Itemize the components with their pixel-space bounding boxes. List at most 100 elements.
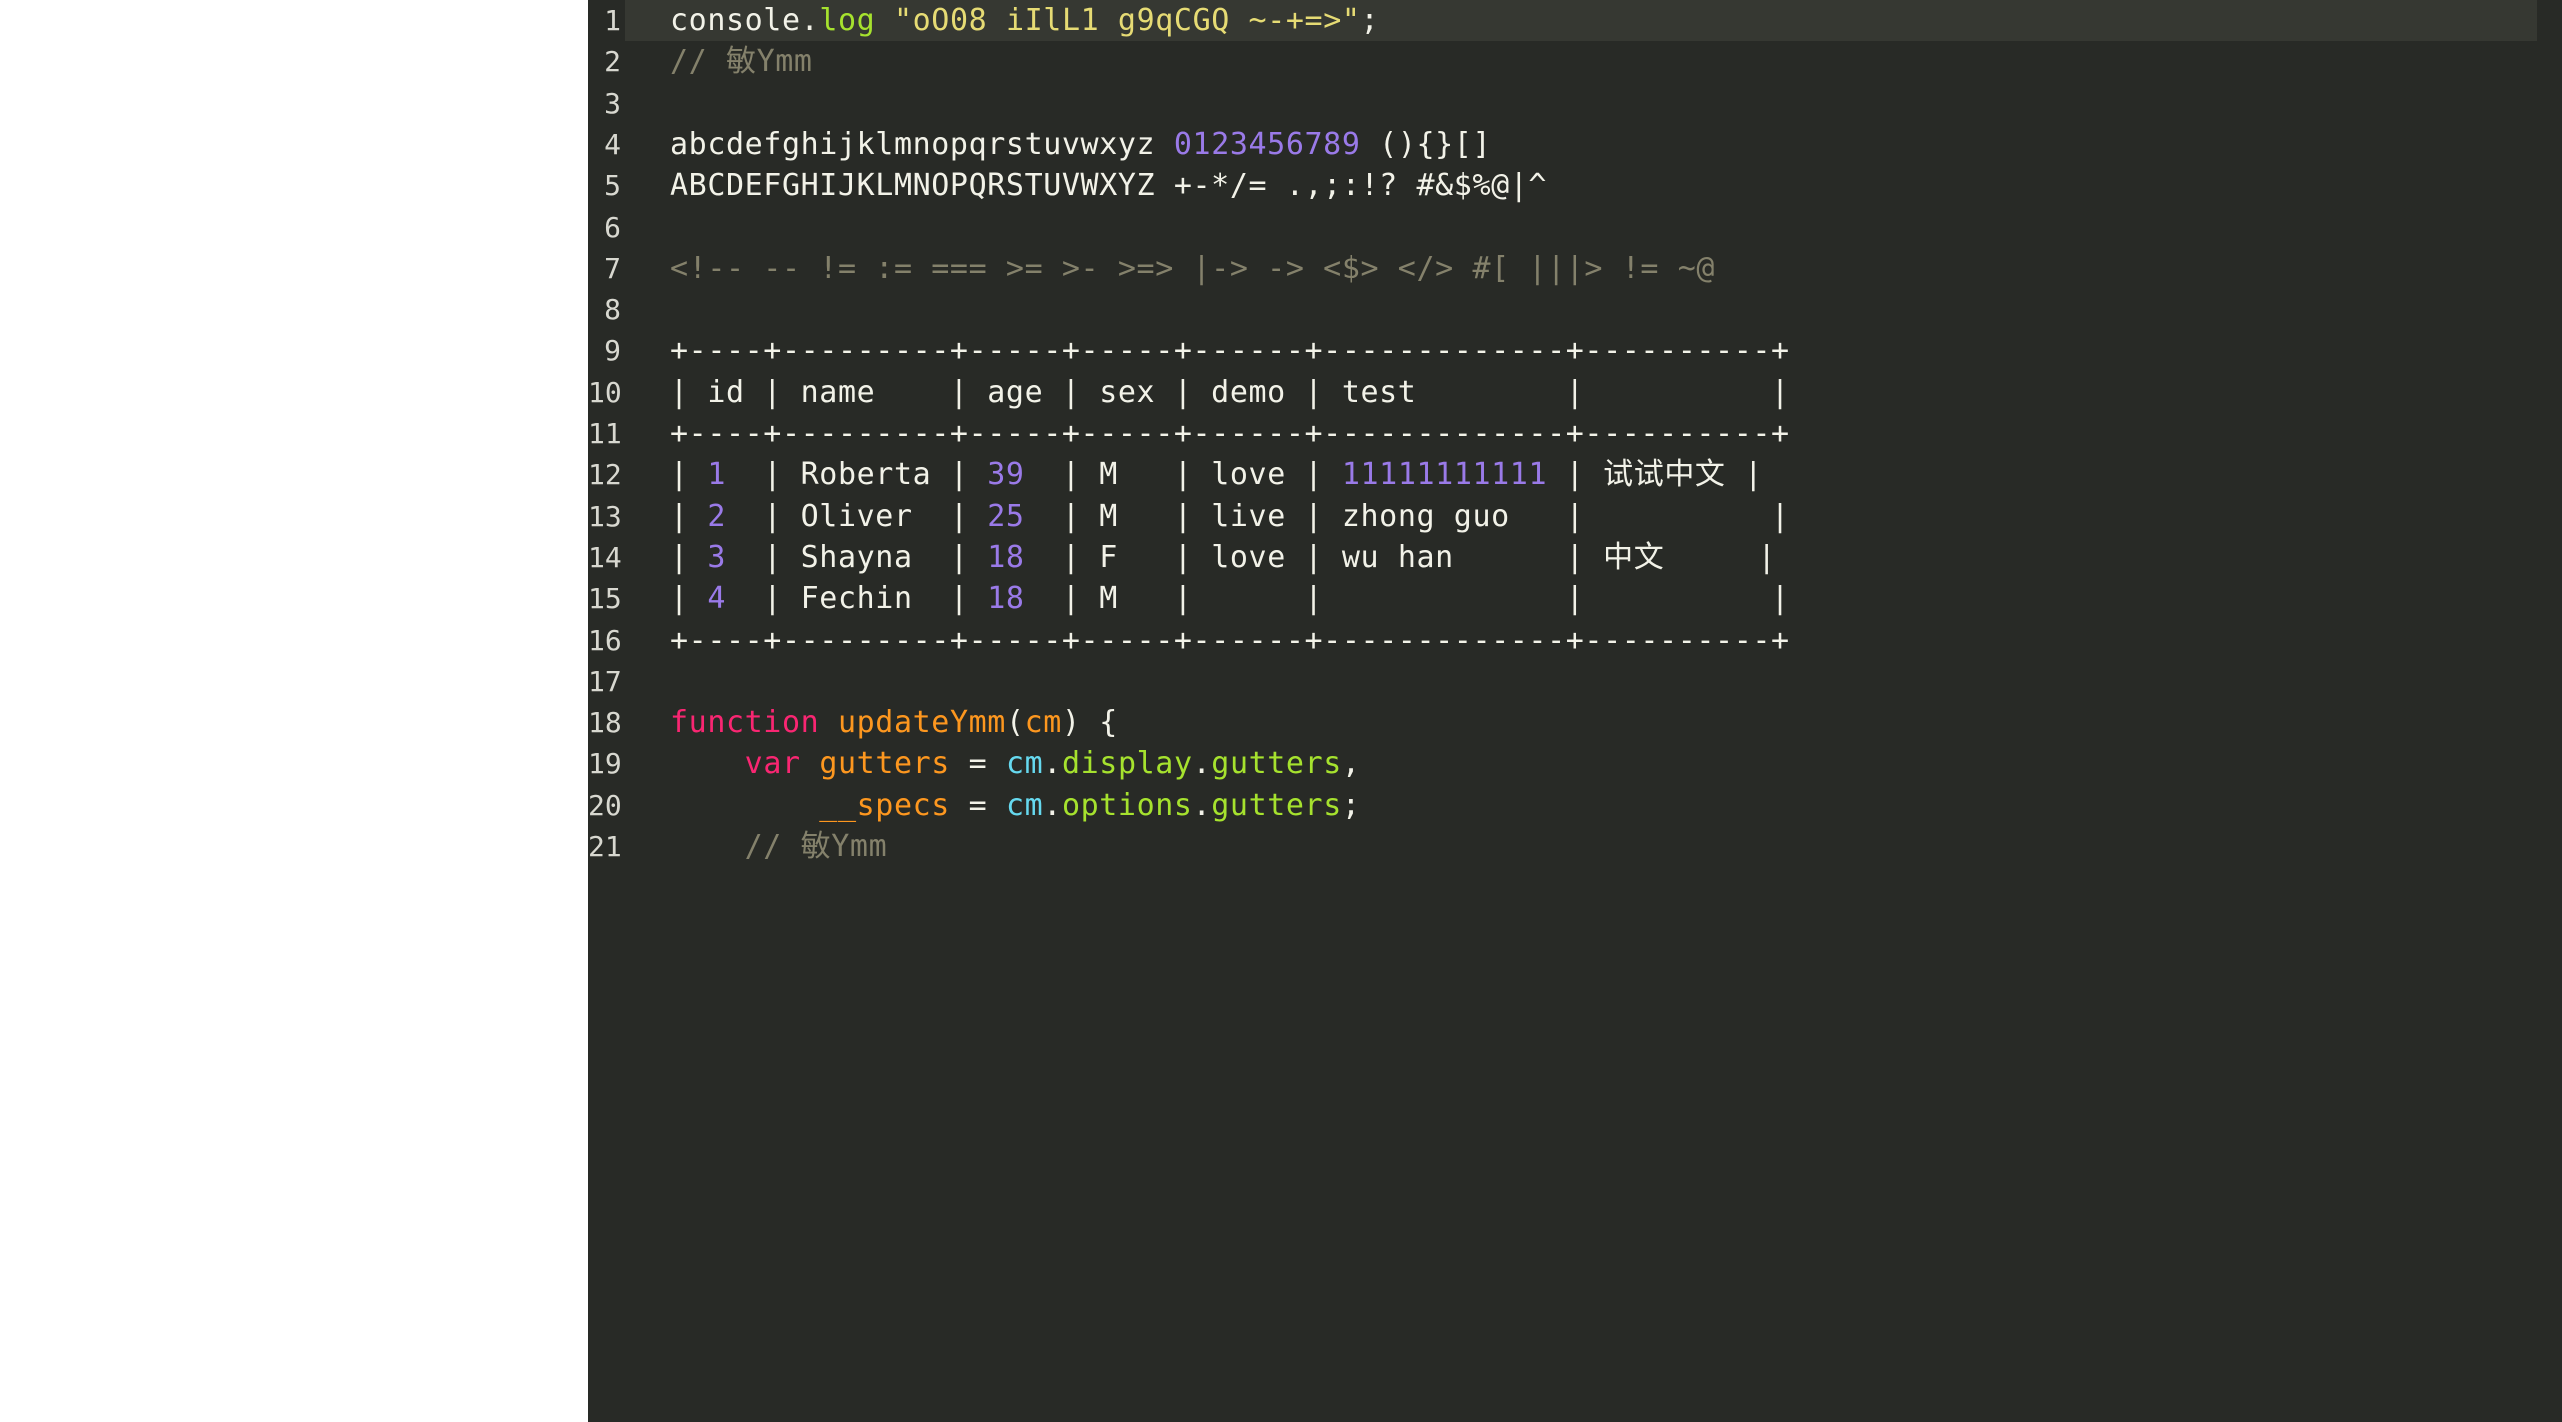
code-line[interactable]: 21 // 敏Ymm — [588, 826, 2562, 867]
code-editor[interactable]: 1 console.log "oO08 iIlL1 g9qCGQ ~-+=>"; 2… — [588, 0, 2562, 1422]
token-variable: updateYmm — [837, 705, 1006, 741]
line-content[interactable]: // 敏Ymm — [670, 41, 813, 82]
token-plain: | M | | | | — [1024, 581, 1790, 617]
token-number: 0123456789 — [1173, 126, 1361, 162]
line-content[interactable]: __specs = cm.options.gutters; — [670, 785, 1361, 826]
token-plain: = — [949, 746, 1006, 782]
token-plain: | Fechin | — [726, 581, 988, 617]
token-property: gutters — [1211, 746, 1342, 782]
token-number: 18 — [987, 581, 1025, 617]
code-line[interactable]: 3 — [588, 83, 2562, 124]
token-number: 25 — [987, 498, 1025, 534]
line-content[interactable]: // 敏Ymm — [670, 826, 887, 867]
code-line[interactable]: 14 | 3 | Shayna | 18 | F | love | wu han … — [588, 537, 2562, 578]
line-content[interactable]: | 1 | Roberta | 39 | M | love | 11111111… — [670, 454, 1763, 495]
token-plain: | Roberta | — [726, 457, 988, 493]
token-variable: gutters — [819, 746, 950, 782]
line-number[interactable]: 10 — [588, 372, 622, 413]
token-plain: | id | name | age | sex | demo | test | … — [670, 374, 1790, 410]
token-function: log — [819, 3, 876, 38]
token-object: cm — [1005, 746, 1044, 782]
code-line[interactable]: 1 console.log "oO08 iIlL1 g9qCGQ ~-+=>"; — [588, 0, 2562, 42]
code-line[interactable]: 12 | 1 | Roberta | 39 | M | love | 111111… — [588, 454, 2562, 495]
code-line[interactable]: 19 var gutters = cm.display.gutters, — [588, 743, 2562, 784]
code-line[interactable]: 20 __specs = cm.options.gutters; — [588, 785, 2562, 826]
token-plain: +----+---------+-----+-----+------+-----… — [670, 416, 1790, 451]
code-line[interactable]: 17 — [588, 661, 2562, 702]
line-content[interactable]: | 2 | Oliver | 25 | M | live | zhong guo… — [670, 496, 1790, 537]
line-number[interactable]: 21 — [588, 826, 622, 867]
line-content[interactable]: | id | name | age | sex | demo | test | … — [670, 372, 1790, 413]
token-plain: ABCDEFGHIJKLMNOPQRSTUVWXYZ +-*/= .,;:!? … — [670, 168, 1548, 204]
line-content[interactable]: +----+---------+-----+-----+------+-----… — [670, 620, 1790, 661]
code-line[interactable]: 7 <!-- -- != := === >= >- >=> |-> -> <$> … — [588, 248, 2562, 289]
token-comment: // — [670, 44, 726, 80]
token-plain: | — [670, 498, 708, 534]
token-plain: | — [670, 581, 708, 617]
token-comment: // — [670, 829, 801, 864]
line-content[interactable]: | 3 | Shayna | 18 | F | love | wu han | … — [670, 537, 1776, 578]
token-plain: , — [1341, 746, 1361, 782]
line-number[interactable]: 12 — [588, 454, 622, 495]
token-comment: <!-- -- != := === >= >- >=> |-> -> <$> <… — [670, 250, 1716, 286]
code-line[interactable]: 2 // 敏Ymm — [588, 41, 2562, 82]
token-number: 4 — [707, 581, 726, 617]
line-number[interactable]: 13 — [588, 496, 622, 537]
code-line[interactable]: 10 | id | name | age | sex | demo | test … — [588, 372, 2562, 413]
line-number[interactable]: 17 — [588, 661, 622, 702]
token-number: 3 — [707, 539, 726, 575]
token-comment: Ymm — [756, 44, 813, 80]
code-line[interactable]: 11 +----+---------+-----+-----+------+---… — [588, 413, 2562, 454]
token-plain: | — [1547, 457, 1604, 493]
token-plain: console — [670, 3, 801, 38]
line-number[interactable]: 4 — [588, 124, 621, 165]
token-variable: __specs — [819, 787, 950, 823]
line-content[interactable]: <!-- -- != := === >= >- >=> |-> -> <$> <… — [670, 248, 1715, 289]
line-content[interactable]: +----+---------+-----+-----+------+-----… — [670, 330, 1790, 371]
token-number: 39 — [987, 457, 1025, 493]
token-plain: . — [1043, 746, 1062, 782]
line-content[interactable]: function updateYmm(cm) { — [670, 702, 1118, 743]
token-plain: | — [670, 539, 708, 575]
line-number[interactable]: 15 — [588, 578, 622, 619]
line-content[interactable]: var gutters = cm.display.gutters, — [670, 743, 1361, 784]
code-line[interactable]: 5 ABCDEFGHIJKLMNOPQRSTUVWXYZ +-*/= .,;:!?… — [588, 165, 2562, 206]
token-plain: ) { — [1061, 705, 1118, 741]
line-number[interactable]: 16 — [588, 620, 622, 661]
line-number[interactable]: 14 — [588, 537, 622, 578]
line-number[interactable]: 9 — [588, 330, 621, 371]
code-line[interactable]: 4 abcdefghijklmnopqrstuvwxyz 0123456789 (… — [588, 124, 2562, 165]
line-number[interactable]: 19 — [588, 743, 622, 784]
line-number[interactable]: 2 — [588, 41, 621, 82]
token-variable: cm — [1024, 705, 1062, 741]
code-line[interactable]: 13 | 2 | Oliver | 25 | M | live | zhong g… — [588, 496, 2562, 537]
line-content[interactable]: console.log "oO08 iIlL1 g9qCGQ ~-+=>"; — [670, 0, 1379, 41]
code-line[interactable]: 16 +----+---------+-----+-----+------+---… — [588, 620, 2562, 661]
token-plain: . — [1192, 787, 1212, 823]
line-number[interactable]: 5 — [588, 165, 621, 206]
line-number[interactable]: 20 — [588, 785, 622, 826]
line-number[interactable]: 8 — [588, 289, 621, 330]
token-property: display — [1061, 746, 1193, 782]
line-number[interactable]: 1 — [588, 0, 621, 41]
line-number[interactable]: 7 — [588, 248, 621, 289]
token-comment: Ymm — [831, 829, 888, 864]
line-number[interactable]: 11 — [588, 413, 622, 454]
code-line[interactable]: 6 — [588, 207, 2562, 248]
line-number[interactable]: 6 — [588, 207, 621, 248]
code-line[interactable]: 9 +----+---------+-----+-----+------+----… — [588, 330, 2562, 371]
line-content[interactable]: abcdefghijklmnopqrstuvwxyz 0123456789 ()… — [670, 124, 1491, 165]
token-comment-cjk: 敏 — [726, 44, 757, 80]
line-content[interactable]: | 4 | Fechin | 18 | M | | | | — [670, 578, 1790, 619]
line-number[interactable]: 18 — [588, 702, 622, 743]
token-plain: . — [1192, 746, 1212, 782]
line-content[interactable]: +----+---------+-----+-----+------+-----… — [670, 413, 1790, 454]
code-line[interactable]: 8 — [588, 289, 2562, 330]
line-number[interactable]: 3 — [588, 83, 621, 124]
code-line[interactable]: 18 function updateYmm(cm) { — [588, 702, 2562, 743]
line-content[interactable]: ABCDEFGHIJKLMNOPQRSTUVWXYZ +-*/= .,;:!? … — [670, 165, 1547, 206]
code-line[interactable]: 15 | 4 | Fechin | 18 | M | | | | — [588, 578, 2562, 619]
